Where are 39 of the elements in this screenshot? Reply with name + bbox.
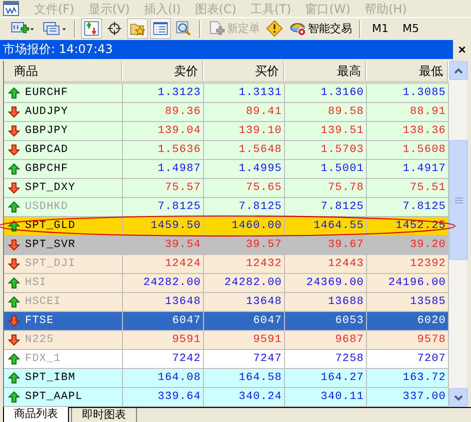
symbol-cell[interactable]: EURCHF <box>4 84 123 103</box>
symbol-cell[interactable]: SPT_AAPL <box>4 388 123 407</box>
panel-title: 市场报价: 14:07:43 <box>2 41 113 58</box>
column-header[interactable]: 商品 <box>4 61 123 81</box>
symbol-name: SPT_SVR <box>25 239 76 251</box>
symbol-name: FDX_1 <box>25 353 62 365</box>
period-button[interactable]: M1 <box>366 18 394 39</box>
symbol-name: GBPCAD <box>25 144 68 156</box>
symbol-cell[interactable]: AUDJPY <box>4 103 123 122</box>
symbol-name: FTSE <box>25 315 54 327</box>
symbol-name: SPT_DXY <box>25 182 76 194</box>
symbol-name: SPT_AAPL <box>25 391 83 403</box>
column-header[interactable]: 卖价 <box>123 61 204 81</box>
symbol-name: SPT_GLD <box>25 220 76 232</box>
column-header[interactable]: 买价 <box>204 61 285 81</box>
symbol-name: HSI <box>25 277 47 289</box>
price-cell: 339.64 <box>123 388 204 407</box>
period-button[interactable]: M5 <box>396 18 425 39</box>
symbol-name: EURCHF <box>25 87 68 99</box>
symbol-name: N225 <box>25 334 54 346</box>
symbol-cell[interactable]: GBPCAD <box>4 141 123 160</box>
symbol-name: HSCEI <box>25 296 62 308</box>
symbol-name: GBPCHF <box>25 163 68 175</box>
column-header[interactable]: 最高 <box>285 61 367 81</box>
tab[interactable]: 即时图表 <box>71 408 137 422</box>
price-cell: 340.24 <box>204 388 285 407</box>
tab[interactable]: 商品列表 <box>3 407 69 422</box>
symbol-cell[interactable]: FTSE <box>4 312 123 331</box>
symbol-cell[interactable]: GBPJPY <box>4 122 123 141</box>
expert-button[interactable]: 智能交易 <box>287 18 354 39</box>
symbol-cell[interactable]: SPT_IBM <box>4 369 123 388</box>
symbol-name: GBPJPY <box>25 125 68 137</box>
symbol-cell[interactable]: GBPCHF <box>4 160 123 179</box>
symbol-name: SPT_DJI <box>25 258 76 270</box>
symbol-name: SPT_IBM <box>25 372 76 384</box>
symbol-name: USDHKD <box>25 201 68 213</box>
price-cell: 340.11 <box>285 388 367 407</box>
symbol-name: AUDJPY <box>25 106 68 118</box>
symbol-cell[interactable]: SPT_DXY <box>4 179 123 198</box>
